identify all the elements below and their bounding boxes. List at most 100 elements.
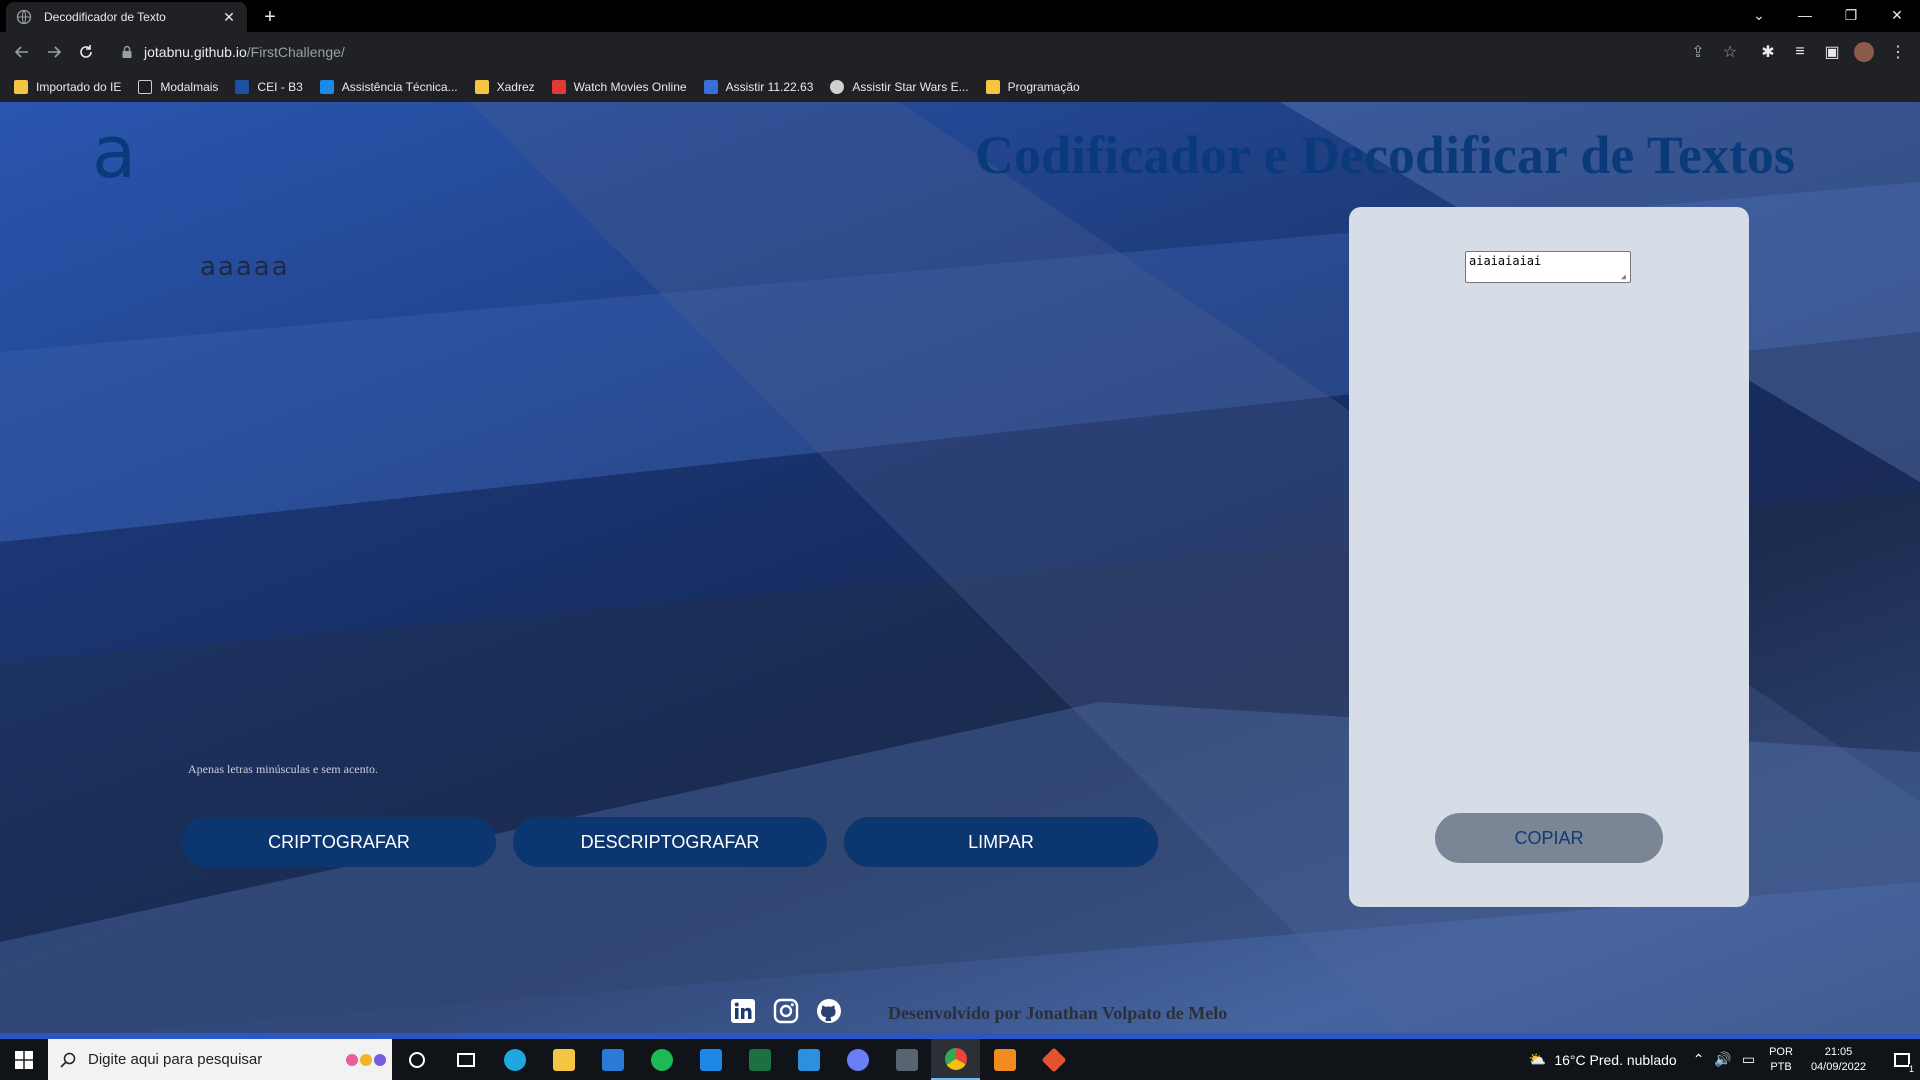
globe-icon — [16, 9, 32, 25]
weather-text[interactable]: 16°C Pred. nublado — [1554, 1052, 1676, 1068]
git-icon[interactable] — [1029, 1039, 1078, 1080]
side-panel-icon[interactable]: ▣ — [1822, 42, 1842, 62]
minimize-button[interactable]: — — [1782, 0, 1828, 30]
text-input[interactable]: aaaaa — [200, 252, 290, 282]
bookmark-item[interactable]: Assistir Star Wars E... — [830, 80, 969, 94]
chevron-up-icon[interactable]: ⌃ — [1693, 1051, 1705, 1068]
output-panel: aiaiaiaiai ◢ COPIAR — [1349, 207, 1749, 907]
lock-icon — [122, 45, 132, 58]
search-placeholder: Digite aqui para pesquisar — [88, 1051, 263, 1068]
network-icon[interactable]: ▭ — [1742, 1051, 1755, 1068]
browser-tab[interactable]: Decodificador de Texto ✕ — [6, 2, 247, 32]
taskbar-search[interactable]: Digite aqui para pesquisar — [48, 1039, 392, 1080]
restore-button[interactable]: ❐ — [1828, 0, 1874, 30]
vscode-icon[interactable] — [784, 1039, 833, 1080]
weather-icon[interactable]: ⛅ — [1529, 1051, 1546, 1068]
start-button[interactable] — [0, 1039, 48, 1080]
browser-tab-strip: Decodificador de Texto ✕ + ⌄ — ❐ ✕ — [0, 0, 1920, 32]
folder-icon — [985, 80, 1000, 94]
address-bar[interactable]: jotabnu.github.io/FirstChallenge/ — [108, 36, 1746, 68]
app-glyph — [993, 1048, 1016, 1071]
site-icon — [703, 80, 718, 94]
b3-icon — [235, 80, 250, 94]
linkedin-icon[interactable] — [729, 997, 757, 1025]
share-icon[interactable]: ⇪ — [1688, 42, 1708, 62]
bookmark-label: Assistência Técnica... — [341, 80, 458, 94]
volume-icon[interactable]: 🔊 — [1714, 1051, 1731, 1068]
app-glyph — [552, 1048, 575, 1071]
search-highlight-icon — [346, 1053, 386, 1066]
tab-search-icon[interactable]: ⌄ — [1736, 0, 1782, 30]
notification-count: 1 — [1908, 1064, 1914, 1074]
sublime-icon[interactable] — [980, 1039, 1029, 1080]
url-path: /FirstChallenge/ — [246, 44, 345, 60]
decrypt-button[interactable]: DESCRIPTOGRAFAR — [513, 817, 827, 867]
reload-button[interactable] — [72, 38, 100, 66]
bookmark-item[interactable]: Watch Movies Online — [551, 80, 687, 94]
menu-kebab-icon[interactable]: ⋮ — [1888, 42, 1908, 62]
instagram-icon[interactable] — [772, 997, 800, 1025]
system-tray: ⛅ 16°C Pred. nublado ⌃ 🔊 ▭ POR PTB 21:05… — [1529, 1039, 1920, 1080]
close-tab-icon[interactable]: ✕ — [221, 9, 237, 25]
chrome-icon[interactable] — [931, 1039, 980, 1080]
app-glyph — [748, 1048, 771, 1071]
new-tab-button[interactable]: + — [258, 6, 282, 28]
excel-icon[interactable] — [735, 1039, 784, 1080]
output-textarea[interactable]: aiaiaiaiai ◢ — [1465, 251, 1631, 283]
back-button[interactable] — [8, 38, 36, 66]
bookmark-label: CEI - B3 — [257, 80, 303, 94]
resize-grip-icon[interactable]: ◢ — [1621, 273, 1629, 281]
edge-icon[interactable] — [490, 1039, 539, 1080]
bookmark-item[interactable]: Assistir 11.22.63 — [703, 80, 814, 94]
spotify-icon[interactable] — [637, 1039, 686, 1080]
bookmark-item[interactable]: Programação — [985, 80, 1080, 94]
bookmark-item[interactable]: Modalmais — [138, 80, 218, 94]
windows-logo-icon — [15, 1050, 33, 1069]
bookmark-item[interactable]: Xadrez — [474, 80, 535, 94]
language-top: POR — [1769, 1045, 1793, 1058]
discord-icon[interactable] — [833, 1039, 882, 1080]
app-glyph — [503, 1048, 526, 1071]
search-icon — [60, 1052, 76, 1068]
media-queue-icon[interactable]: ≡ — [1790, 42, 1810, 62]
app-glyph — [944, 1047, 967, 1070]
explorer-icon[interactable] — [539, 1039, 588, 1080]
arrow-right-icon — [48, 46, 62, 58]
bookmark-star-icon[interactable]: ☆ — [1720, 42, 1740, 62]
app-glyph — [1041, 1047, 1066, 1072]
github-icon[interactable] — [815, 997, 843, 1025]
store-icon[interactable] — [588, 1039, 637, 1080]
bookmark-item[interactable]: CEI - B3 — [235, 80, 303, 94]
taskview-icon[interactable] — [441, 1039, 490, 1080]
forward-button[interactable] — [40, 38, 68, 66]
calculator-icon[interactable] — [882, 1039, 931, 1080]
play-circle-icon — [830, 80, 845, 94]
play-icon — [551, 80, 566, 94]
app-glyph — [650, 1048, 673, 1071]
mail-icon[interactable] — [686, 1039, 735, 1080]
bookmark-label: Assistir Star Wars E... — [852, 80, 969, 94]
bookmark-item[interactable]: Importado do IE — [14, 80, 121, 94]
bookmarks-bar: Importado do IE Modalmais CEI - B3 Assis… — [0, 72, 1920, 102]
cortana-icon[interactable] — [392, 1039, 441, 1080]
tab-title: Decodificador de Texto — [44, 10, 166, 24]
bookmark-label: Importado do IE — [36, 80, 122, 94]
windows-taskbar: Digite aqui para pesquisar ⛅ 16°C Pred. … — [0, 1039, 1920, 1080]
notification-center-icon[interactable]: 1 — [1884, 1039, 1920, 1080]
app-glyph — [601, 1048, 624, 1071]
clear-button[interactable]: LIMPAR — [844, 817, 1158, 867]
site-logo: a — [92, 110, 137, 194]
bookmark-item[interactable]: Assistência Técnica... — [319, 80, 458, 94]
profile-avatar[interactable] — [1854, 42, 1874, 62]
copy-button[interactable]: COPIAR — [1435, 813, 1663, 863]
extensions-icon[interactable]: ✱ — [1758, 42, 1778, 62]
bookmark-label: Modalmais — [160, 80, 219, 94]
encrypt-button[interactable]: CRIPTOGRAFAR — [182, 817, 496, 867]
folder-icon — [474, 80, 489, 94]
browser-toolbar: jotabnu.github.io/FirstChallenge/ ⇪ ☆ ✱ … — [0, 32, 1920, 72]
clock[interactable]: 21:05 04/09/2022 — [1811, 1045, 1866, 1075]
bookmark-label: Assistir 11.22.63 — [725, 80, 814, 94]
bookmark-label: Programação — [1007, 80, 1080, 94]
language-indicator[interactable]: POR PTB — [1769, 1045, 1793, 1075]
close-window-button[interactable]: ✕ — [1874, 0, 1920, 30]
